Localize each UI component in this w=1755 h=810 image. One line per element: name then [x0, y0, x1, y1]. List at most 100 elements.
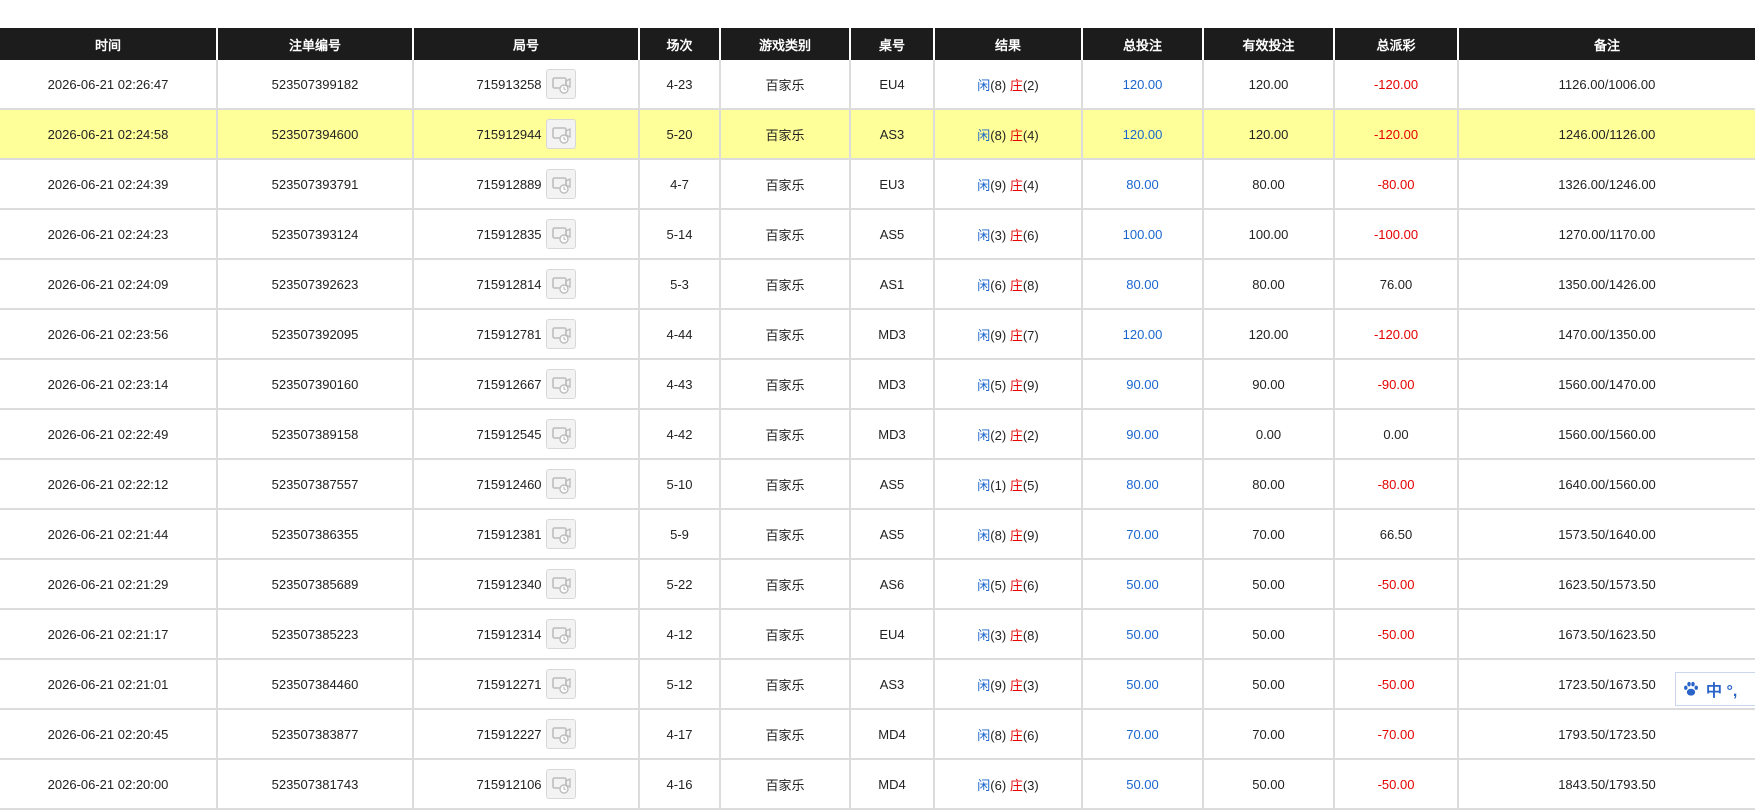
bet-history-panel: 时间 注单编号 局号 场次 游戏类别 桌号 结果 总投注 有效投注 总派彩 备注… [0, 28, 1755, 810]
cell-shoe: 5-14 [639, 209, 721, 260]
table-row[interactable]: 2026-06-21 02:21:17 523507385223 715912314… [0, 609, 1755, 660]
cell-valid-bet: 90.00 [1203, 359, 1335, 410]
cell-table-no: MD3 [850, 409, 935, 460]
cell-order-no: 523507394600 [217, 109, 414, 160]
table-row[interactable]: 2026-06-21 02:22:49 523507389158 715912545… [0, 409, 1755, 460]
video-replay-icon[interactable] [545, 419, 576, 449]
round-no-text: 715912340 [476, 576, 542, 592]
cell-result: 闲(3) 庄(8) [934, 609, 1083, 660]
col-header-order-no: 注单编号 [217, 28, 414, 60]
cell-table-no: AS3 [850, 659, 935, 710]
cell-order-no: 523507390160 [217, 359, 414, 410]
banker-label: 庄 [1009, 727, 1023, 743]
video-replay-icon[interactable] [545, 219, 576, 249]
cell-result: 闲(6) 庄(3) [934, 759, 1083, 810]
table-row[interactable]: 2026-06-21 02:24:23 523507393124 715912835… [0, 209, 1755, 260]
banker-score: (5) [1022, 477, 1039, 493]
table-row[interactable]: 2026-06-21 02:24:09 523507392623 715912814… [0, 259, 1755, 310]
cell-note: 1673.50/1623.50 [1458, 609, 1755, 660]
player-label: 闲 [977, 177, 991, 193]
round-no-text: 715912314 [476, 626, 542, 642]
cell-valid-bet: 50.00 [1203, 759, 1335, 810]
video-replay-icon[interactable] [545, 169, 576, 199]
cell-shoe: 4-42 [639, 409, 721, 460]
video-replay-icon[interactable] [545, 669, 576, 699]
cell-result: 闲(5) 庄(6) [934, 559, 1083, 610]
table-row[interactable]: 2026-06-21 02:23:14 523507390160 715912667… [0, 359, 1755, 410]
banker-label: 庄 [1009, 427, 1023, 443]
video-replay-icon[interactable] [545, 619, 576, 649]
cell-time: 2026-06-21 02:21:44 [0, 509, 218, 560]
table-row[interactable]: 2026-06-21 02:23:56 523507392095 715912781… [0, 309, 1755, 360]
round-no-text: 715913258 [476, 76, 542, 92]
table-row[interactable]: 2026-06-21 02:21:44 523507386355 715912381… [0, 509, 1755, 560]
video-replay-icon[interactable] [545, 69, 576, 99]
cell-game-type: 百家乐 [720, 659, 851, 710]
cell-shoe: 5-12 [639, 659, 721, 710]
player-label: 闲 [977, 627, 991, 643]
cell-round-no: 715912106 [413, 759, 640, 810]
video-replay-icon[interactable] [545, 719, 576, 749]
cell-total-bet: 50.00 [1082, 609, 1204, 660]
cell-order-no: 523507399182 [217, 60, 414, 110]
cell-round-no: 715912381 [413, 509, 640, 560]
table-row[interactable]: 2026-06-21 02:21:01 523507384460 715912271… [0, 659, 1755, 710]
video-replay-icon[interactable] [545, 519, 576, 549]
cell-order-no: 523507392095 [217, 309, 414, 360]
cell-total-payout: -50.00 [1334, 759, 1459, 810]
banker-score: (8) [1022, 627, 1039, 643]
cell-order-no: 523507386355 [217, 509, 414, 560]
cell-result: 闲(3) 庄(6) [934, 209, 1083, 260]
table-row[interactable]: 2026-06-21 02:20:45 523507383877 715912227… [0, 709, 1755, 760]
cell-round-no: 715912460 [413, 459, 640, 510]
video-replay-icon[interactable] [545, 769, 576, 799]
cell-result: 闲(8) 庄(4) [934, 109, 1083, 160]
table-row[interactable]: 2026-06-21 02:26:47 523507399182 715913258… [0, 60, 1755, 110]
player-score: (8) [990, 727, 1007, 743]
cell-time: 2026-06-21 02:24:58 [0, 109, 218, 160]
cell-valid-bet: 50.00 [1203, 609, 1335, 660]
col-header-time: 时间 [0, 28, 218, 60]
video-replay-icon[interactable] [545, 319, 576, 349]
table-row[interactable]: 2026-06-21 02:22:12 523507387557 715912460… [0, 459, 1755, 510]
cell-order-no: 523507385223 [217, 609, 414, 660]
cell-valid-bet: 120.00 [1203, 309, 1335, 360]
video-replay-icon[interactable] [545, 469, 576, 499]
cell-game-type: 百家乐 [720, 509, 851, 560]
round-no-text: 715912545 [476, 426, 542, 442]
cell-shoe: 5-22 [639, 559, 721, 610]
banker-score: (2) [1022, 77, 1039, 93]
cell-valid-bet: 120.00 [1203, 60, 1335, 110]
cell-total-payout: -80.00 [1334, 159, 1459, 210]
cell-result: 闲(8) 庄(6) [934, 709, 1083, 760]
cell-shoe: 4-17 [639, 709, 721, 760]
video-replay-icon[interactable] [545, 369, 576, 399]
cell-total-payout: -100.00 [1334, 209, 1459, 260]
table-row[interactable]: 2026-06-21 02:24:39 523507393791 715912889… [0, 159, 1755, 210]
cell-result: 闲(2) 庄(2) [934, 409, 1083, 460]
cell-game-type: 百家乐 [720, 309, 851, 360]
cell-time: 2026-06-21 02:26:47 [0, 60, 218, 110]
video-replay-icon[interactable] [545, 119, 576, 149]
cell-table-no: EU4 [850, 60, 935, 110]
ime-toolbar[interactable]: 中 °, [1675, 672, 1755, 706]
cell-table-no: AS6 [850, 559, 935, 610]
player-score: (9) [990, 177, 1007, 193]
cell-game-type: 百家乐 [720, 60, 851, 110]
video-replay-icon[interactable] [545, 569, 576, 599]
table-row[interactable]: 2026-06-21 02:24:58 523507394600 715912944… [0, 109, 1755, 160]
video-replay-icon[interactable] [545, 269, 576, 299]
table-row[interactable]: 2026-06-21 02:21:29 523507385689 715912340… [0, 559, 1755, 610]
cell-round-no: 715912314 [413, 609, 640, 660]
cell-valid-bet: 50.00 [1203, 559, 1335, 610]
cell-total-bet: 80.00 [1082, 459, 1204, 510]
cell-total-bet: 90.00 [1082, 409, 1204, 460]
cell-time: 2026-06-21 02:22:49 [0, 409, 218, 460]
player-score: (8) [990, 77, 1007, 93]
cell-note: 1560.00/1560.00 [1458, 409, 1755, 460]
cell-note: 1270.00/1170.00 [1458, 209, 1755, 260]
cell-total-bet: 50.00 [1082, 559, 1204, 610]
table-row[interactable]: 2026-06-21 02:20:00 523507381743 715912106… [0, 759, 1755, 810]
cell-valid-bet: 70.00 [1203, 509, 1335, 560]
round-no-text: 715912781 [476, 326, 542, 342]
